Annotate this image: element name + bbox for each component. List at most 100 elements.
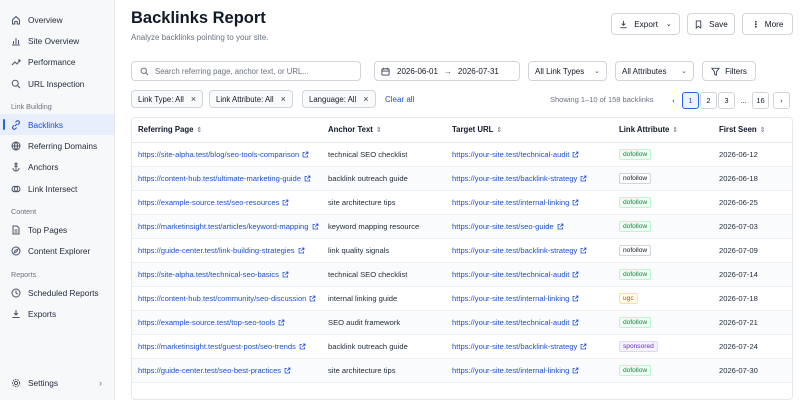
prev-page-button[interactable]: ‹ — [665, 92, 682, 109]
sidebar-item-scheduled-reports[interactable]: Scheduled Reports — [0, 282, 114, 303]
close-icon[interactable]: × — [363, 94, 368, 104]
clear-all-link[interactable]: Clear all — [385, 95, 414, 104]
target-url-link[interactable]: https://your-site.test/internal-linking — [446, 286, 613, 312]
sort-icon: ⇕ — [759, 127, 766, 135]
page-16-button[interactable]: 16 — [752, 92, 769, 109]
sort-icon: ⇕ — [672, 127, 679, 135]
link-attribute-cell: ugc — [613, 286, 713, 312]
column-header-anchor-text[interactable]: Anchor Text ⇕ — [322, 118, 446, 143]
column-header-link-attribute[interactable]: Link Attribute ⇕ — [613, 118, 713, 143]
sidebar-item-backlinks[interactable]: Backlinks — [0, 114, 114, 136]
first-seen-cell: 2026-07-18 — [713, 286, 792, 312]
page-2-button[interactable]: 2 — [700, 92, 717, 109]
first-seen-cell: 2026-07-14 — [713, 262, 792, 288]
link-attribute-badge: nofollow — [619, 172, 652, 184]
next-page-button[interactable]: › — [773, 92, 790, 109]
target-url-link[interactable]: https://your-site.test/internal-linking — [446, 190, 613, 215]
link-attribute-cell: dofollow — [613, 310, 713, 336]
table-row: https://guide-center.test/link-building-… — [132, 238, 792, 263]
target-url-link[interactable]: https://your-site.test/backlink-strategy — [446, 166, 613, 191]
referring-page-link[interactable]: https://marketinsight.test/articles/keyw… — [132, 214, 322, 239]
sidebar-item-label: Anchors — [28, 162, 59, 173]
page-icon — [11, 225, 21, 235]
anchor-text-cell: internal linking guide — [322, 286, 446, 312]
close-icon[interactable]: × — [281, 94, 286, 104]
link-attribute-badge: dofollow — [619, 269, 652, 281]
first-seen-cell: 2026-07-30 — [713, 358, 792, 384]
sort-icon: ⇕ — [196, 127, 203, 135]
chevron-right-icon: › — [99, 377, 102, 388]
referring-page-link[interactable]: https://site-alpha.test/blog/seo-tools-c… — [132, 142, 322, 167]
attributes-select[interactable]: All Attributes ⌄ — [615, 61, 694, 81]
referring-page-link[interactable]: https://example-source.test/seo-resource… — [132, 190, 322, 215]
link-types-select[interactable]: All Link Types ⌄ — [528, 61, 607, 81]
sidebar-item-overview[interactable]: Overview — [0, 9, 114, 30]
save-button[interactable]: Save — [687, 13, 735, 35]
referring-page-link[interactable]: https://content-hub.test/community/seo-d… — [132, 286, 322, 312]
page-subtitle: Analyze backlinks pointing to your site. — [131, 33, 269, 42]
home-icon — [11, 15, 21, 25]
sidebar-item-label: Link Intersect — [28, 183, 78, 194]
sidebar-item-content-explorer[interactable]: Content Explorer — [0, 241, 114, 262]
target-url-link[interactable]: https://your-site.test/internal-linking — [446, 358, 613, 384]
chevron-down-icon: ⌄ — [681, 68, 687, 75]
target-url-link[interactable]: https://your-site.test/technical-audit — [446, 142, 613, 167]
results-count: Showing 1–10 of 158 backlinks — [550, 95, 654, 104]
download-icon — [620, 20, 627, 28]
page-3-button[interactable]: 3 — [718, 92, 735, 109]
link-attribute-badge: dofollow — [619, 148, 652, 160]
sidebar-item-anchors[interactable]: Anchors — [0, 157, 114, 178]
explore-icon — [11, 246, 21, 256]
chevron-down-icon: ⌄ — [594, 68, 600, 75]
column-header-target-url[interactable]: Target URL ⇕ — [446, 118, 613, 143]
export-button[interactable]: Export ⌄ — [611, 13, 680, 35]
external-link-icon — [573, 199, 579, 206]
external-link-icon — [581, 343, 587, 350]
filters-button[interactable]: Filters — [702, 61, 756, 81]
sidebar-item-label: Referring Domains — [28, 141, 98, 152]
sidebar-item-exports[interactable]: Exports — [0, 303, 114, 324]
external-link-icon — [573, 368, 579, 374]
app: Overview Site Overview Performance URL Insp… — [0, 0, 800, 400]
page-1-button[interactable]: 1 — [682, 92, 699, 109]
chevron-down-icon: ⌄ — [665, 21, 672, 28]
referring-page-link[interactable]: https://content-hub.test/ultimate-market… — [132, 166, 322, 191]
table-row: https://example-source.test/seo-resource… — [132, 190, 792, 215]
sidebar-item-url-inspection[interactable]: URL Inspection — [0, 73, 114, 94]
external-link-icon — [299, 343, 306, 350]
sort-icon: ⇕ — [496, 127, 503, 135]
external-link-icon — [581, 247, 587, 254]
more-button[interactable]: ⋮ More — [742, 13, 793, 35]
sidebar-item-label: Performance — [28, 57, 76, 68]
sidebar-item-link-intersect[interactable]: Link Intersect — [0, 178, 114, 199]
referring-page-link[interactable]: https://marketinsight.test/guest-post/se… — [132, 334, 322, 360]
external-link-icon — [310, 295, 316, 302]
close-icon[interactable]: × — [191, 94, 196, 104]
target-url-link[interactable]: https://your-site.test/backlink-strategy — [446, 334, 613, 360]
referring-page-link[interactable]: https://example-source.test/top-seo-tool… — [132, 310, 322, 336]
column-header-first-seen[interactable]: First Seen ⇕ — [713, 118, 792, 143]
first-seen-cell: 2026-06-18 — [713, 166, 792, 191]
external-link-icon — [283, 199, 289, 206]
referring-page-link[interactable]: https://site-alpha.test/technical-seo-ba… — [132, 262, 322, 288]
link-attribute-cell: dofollow — [613, 142, 713, 167]
sidebar-item-settings[interactable]: Settings › — [0, 372, 114, 393]
target-url-link[interactable]: https://your-site.test/backlink-strategy — [446, 238, 613, 263]
target-url-link[interactable]: https://your-site.test/seo-guide — [446, 214, 613, 239]
link-attribute-cell: dofollow — [613, 262, 713, 288]
sidebar-item-performance[interactable]: Performance — [0, 52, 114, 73]
column-header-referring-page[interactable]: Referring Page ⇕ — [132, 118, 322, 143]
referring-page-link[interactable]: https://guide-center.test/seo-best-pract… — [132, 358, 322, 384]
sidebar-item-top-pages[interactable]: Top Pages — [0, 219, 114, 240]
target-url-link[interactable]: https://your-site.test/technical-audit — [446, 310, 613, 336]
target-url-link[interactable]: https://your-site.test/technical-audit — [446, 262, 613, 288]
sidebar-item-site-overview[interactable]: Site Overview — [0, 30, 114, 51]
link-attribute-cell: nofollow — [613, 238, 713, 263]
sidebar-item-label: Settings — [28, 377, 58, 388]
sidebar-item-referring-domains[interactable]: Referring Domains — [0, 135, 114, 156]
date-range-picker[interactable]: 2026-06-01 → 2026-07-31 — [374, 61, 520, 81]
referring-page-link[interactable]: https://guide-center.test/link-building-… — [132, 238, 322, 263]
search-input[interactable] — [155, 66, 355, 76]
intersect-icon — [11, 184, 21, 194]
link-attribute-badge: nofollow — [619, 244, 652, 256]
